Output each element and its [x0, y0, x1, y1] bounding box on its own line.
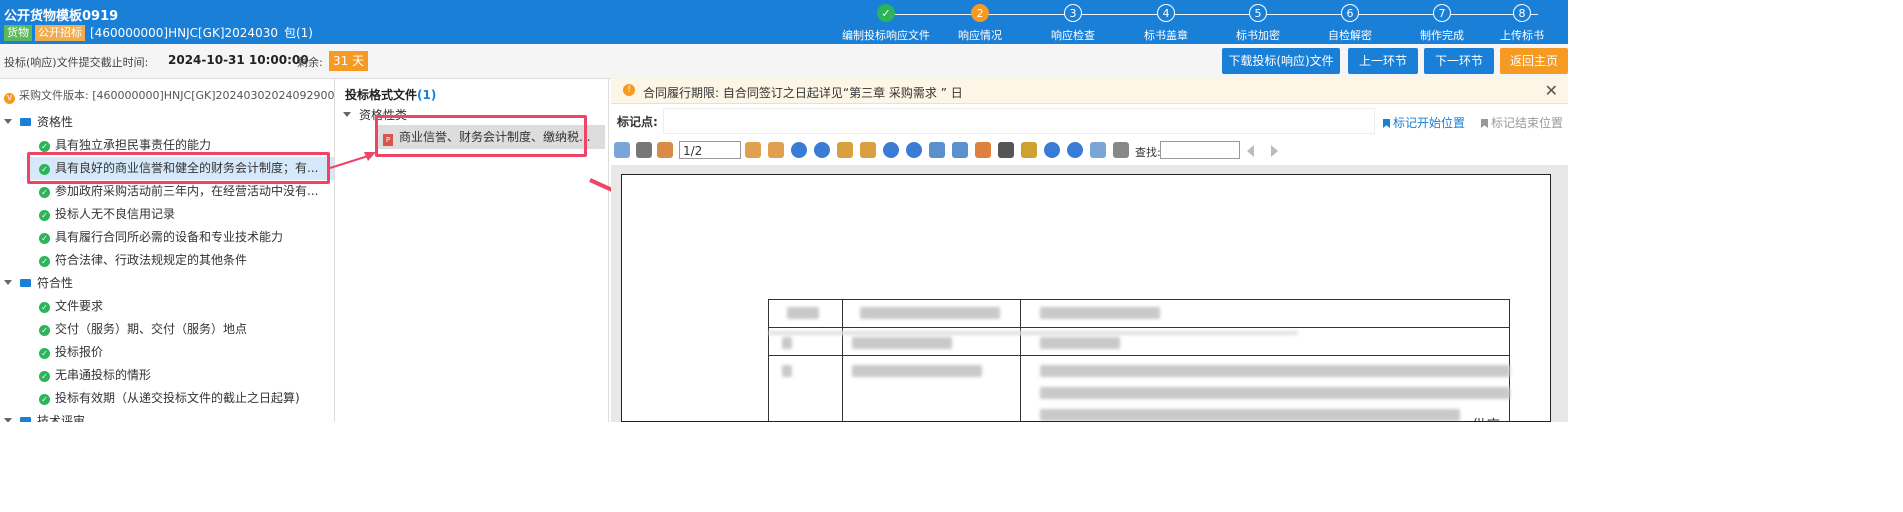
find-next-icon[interactable] [1271, 145, 1278, 157]
select-tool-icon[interactable] [998, 142, 1014, 158]
redacted-text [768, 331, 1298, 335]
pdf-viewer[interactable]: 供应 [611, 165, 1568, 422]
redacted-text [1040, 409, 1460, 421]
arrow-line-1 [329, 155, 369, 169]
bookmark-icon [1383, 119, 1390, 128]
step-number: 4 [1157, 4, 1175, 22]
close-icon[interactable]: ✕ [1545, 81, 1558, 100]
redacted-text [860, 307, 1000, 319]
table-border-left [768, 299, 769, 421]
find-label: 查找: [1135, 146, 1161, 159]
save-icon[interactable] [657, 142, 673, 158]
sidebar-toggle-icon[interactable] [614, 142, 630, 158]
table-border-top [768, 299, 1510, 300]
step-number: 2 [971, 4, 989, 22]
single-page-icon[interactable] [1090, 142, 1106, 158]
zoom-out-icon[interactable] [906, 142, 922, 158]
step-number: 7 [1433, 4, 1451, 22]
warning-icon: ! [623, 84, 635, 96]
table-border-right [1509, 299, 1510, 421]
next-page-icon[interactable] [814, 142, 830, 158]
check-icon: ✓ [877, 4, 895, 22]
bookmark-icon [1481, 119, 1488, 128]
contract-notice: ! 合同履行期限: 自合同签订之日起详见“第三章 采购需求 ” 日 ✕ [611, 78, 1568, 104]
fit-width-icon[interactable] [952, 142, 968, 158]
redacted-text [782, 365, 792, 377]
rotate-left-icon[interactable] [837, 142, 853, 158]
redacted-text [852, 365, 982, 377]
pdf-page: 供应 [621, 174, 1551, 422]
visible-text-fragment: 供应 [1472, 415, 1500, 421]
table-col-2 [1020, 299, 1021, 421]
redacted-text [852, 337, 952, 349]
redacted-text [1040, 387, 1510, 399]
step-number: 5 [1249, 4, 1267, 22]
redacted-text [782, 337, 792, 349]
redacted-text [1040, 307, 1160, 319]
continuous-icon[interactable] [1113, 142, 1129, 158]
notice-text: 合同履行期限: 自合同签订之日起详见“第三章 采购需求 ” 日 [643, 86, 963, 100]
table-col-1 [842, 299, 843, 421]
prev-page-icon[interactable] [791, 142, 807, 158]
fit-page-icon[interactable] [929, 142, 945, 158]
first-page-icon[interactable] [745, 142, 761, 158]
step-number: 3 [1064, 4, 1082, 22]
find-prev-icon[interactable] [1247, 145, 1254, 157]
step-number: 6 [1341, 4, 1359, 22]
magnify-out-icon[interactable] [1067, 142, 1083, 158]
print-icon[interactable] [636, 142, 652, 158]
mark-start-label: 标记开始位置 [1393, 116, 1466, 130]
mark-end-link[interactable]: 标记结束位置 [1481, 114, 1563, 131]
last-page-icon[interactable] [768, 142, 784, 158]
magnify-in-icon[interactable] [1044, 142, 1060, 158]
pdf-toolbar: 1/2 查找: [611, 139, 1568, 163]
hand-tool-icon[interactable] [975, 142, 991, 158]
marker-input[interactable] [663, 108, 1375, 134]
marker-bar: 标记点: 标记开始位置 标记结束位置 [611, 105, 1568, 135]
mark-start-link[interactable]: 标记开始位置 [1383, 114, 1465, 131]
table-row-2 [768, 355, 1510, 356]
redacted-text [787, 307, 819, 319]
mark-end-label: 标记结束位置 [1491, 116, 1564, 130]
redacted-text [1040, 365, 1510, 377]
table-row-1 [768, 327, 1510, 328]
page-number-input[interactable]: 1/2 [679, 141, 741, 159]
marker-label: 标记点: [617, 115, 658, 129]
redacted-text [1040, 337, 1120, 349]
note-icon[interactable] [1021, 142, 1037, 158]
rotate-right-icon[interactable] [860, 142, 876, 158]
zoom-in-icon[interactable] [883, 142, 899, 158]
find-input[interactable] [1160, 141, 1240, 159]
step-number: 8 [1513, 4, 1531, 22]
